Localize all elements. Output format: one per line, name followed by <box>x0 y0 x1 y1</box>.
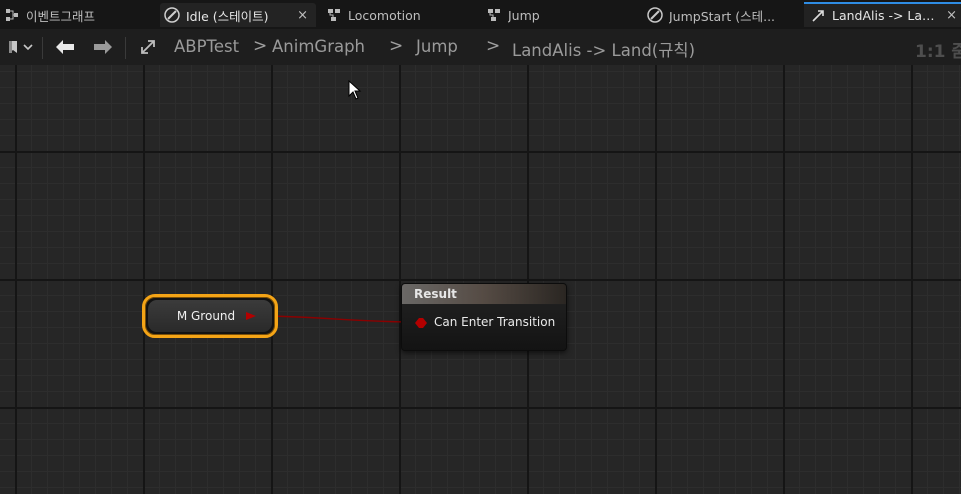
zoom-level-label: 1:1 줌 <box>914 42 961 62</box>
output-pin-icon[interactable] <box>245 311 257 321</box>
state-machine-icon <box>486 7 502 23</box>
bookmark-icon <box>9 41 33 53</box>
tab-label: JumpStart (스테... <box>669 8 776 24</box>
graph-canvas[interactable] <box>0 65 961 494</box>
tab-jump[interactable]: Jump <box>486 3 636 27</box>
input-pin-icon[interactable] <box>414 317 428 329</box>
state-icon <box>647 7 663 23</box>
tab-event-graph[interactable]: 이벤트그래프 <box>4 3 154 27</box>
back-arrow-icon <box>56 40 74 54</box>
document-tab-bar: 이벤트그래프 Idle (스테이트) × Locomotion Jump Jum… <box>0 0 961 29</box>
tab-jumpstart-state[interactable]: JumpStart (스테... <box>647 3 797 27</box>
event-graph-icon <box>4 7 20 23</box>
tab-label: LandAlis -> Land... <box>832 8 936 23</box>
tab-label: Idle (스테이트) <box>186 8 269 24</box>
tab-landalis-transition[interactable]: LandAlis -> Land... × <box>804 2 961 27</box>
toolbar-divider <box>125 37 126 59</box>
breadcrumb-separator: > <box>389 36 404 56</box>
transition-icon <box>141 40 155 54</box>
graph-type-transition-icon-button <box>136 35 160 59</box>
m-ground-node-title: M Ground <box>176 309 236 323</box>
tab-locomotion[interactable]: Locomotion <box>326 3 476 27</box>
toolbar-divider <box>42 37 43 59</box>
state-machine-icon <box>326 7 342 23</box>
breadcrumb-item-jump[interactable]: Jump <box>416 37 458 56</box>
bookmark-dropdown-button[interactable] <box>4 35 38 59</box>
tab-label: Locomotion <box>348 7 421 23</box>
breadcrumb-item-current-graph[interactable]: LandAlis -> Land(규칙) <box>512 37 695 61</box>
transition-icon <box>810 8 826 24</box>
tab-label: 이벤트그래프 <box>26 8 96 24</box>
forward-arrow-icon <box>94 40 112 54</box>
tab-label: Jump <box>508 7 540 23</box>
close-tab-button[interactable]: × <box>289 8 316 23</box>
back-button[interactable] <box>52 35 78 59</box>
forward-button[interactable] <box>90 35 116 59</box>
result-node-header: Result <box>402 284 566 304</box>
breadcrumb-separator: > <box>253 36 268 56</box>
breadcrumb-item-abptest[interactable]: ABPTest <box>174 37 239 56</box>
m-ground-node[interactable]: M Ground <box>142 294 278 338</box>
tab-idle-state[interactable]: Idle (스테이트) × <box>160 3 316 27</box>
graph-toolbar: ABPTest > AnimGraph > Jump > LandAlis ->… <box>0 29 961 65</box>
close-tab-button[interactable]: × <box>940 8 961 23</box>
state-icon <box>164 7 180 23</box>
breadcrumb-item-animgraph[interactable]: AnimGraph <box>272 37 365 56</box>
breadcrumb-separator: > <box>486 36 501 56</box>
mouse-cursor-icon <box>348 80 362 100</box>
can-enter-transition-label: Can Enter Transition <box>434 315 556 329</box>
